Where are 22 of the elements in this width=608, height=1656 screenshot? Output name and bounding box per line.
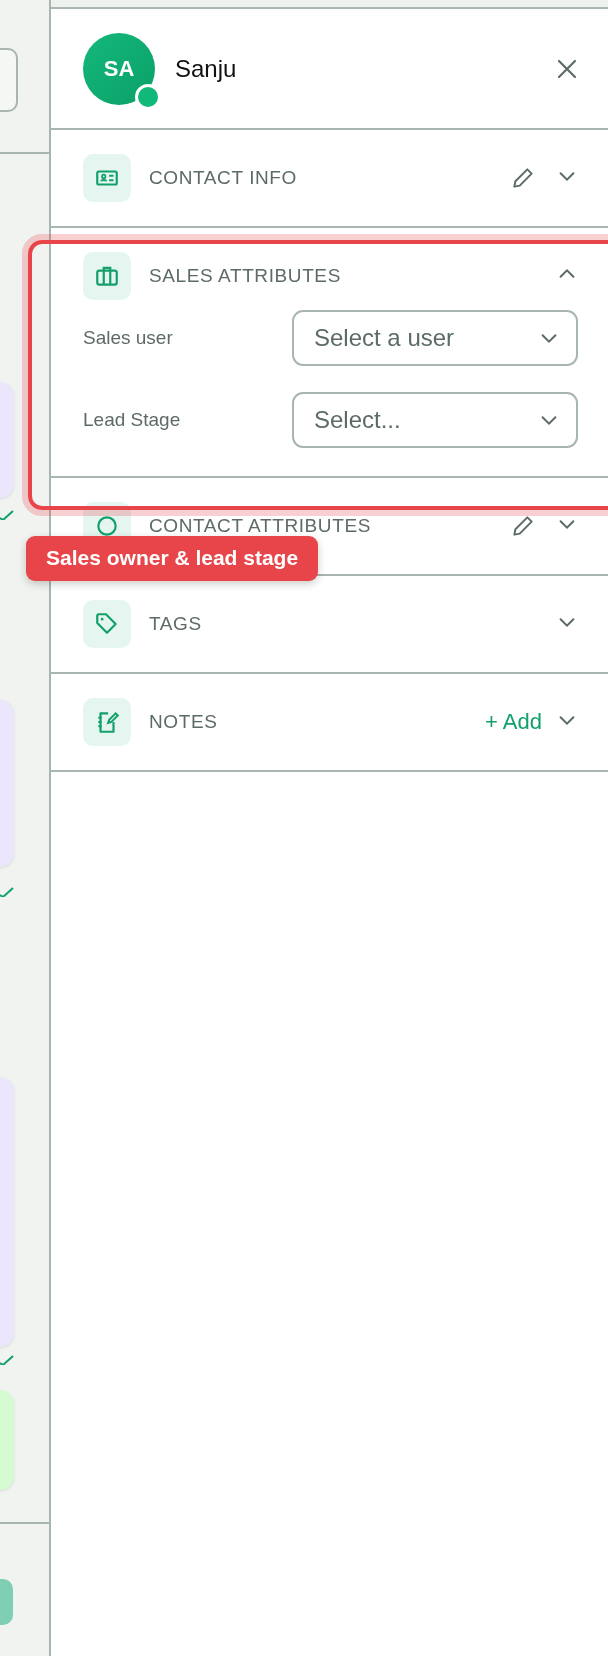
contact-name: Sanju bbox=[175, 54, 238, 83]
callout-label: Sales owner & lead stage bbox=[26, 536, 319, 581]
check-icon bbox=[0, 1355, 14, 1365]
field-label: Lead Stage bbox=[83, 409, 182, 431]
section-title[interactable]: CONTACT ATTRIBUTES bbox=[149, 515, 510, 537]
check-icon bbox=[0, 887, 14, 897]
add-link[interactable]: + Add bbox=[485, 709, 542, 735]
section-icon bbox=[83, 698, 131, 746]
section-title[interactable]: TAGS bbox=[149, 613, 556, 635]
pencil-icon[interactable] bbox=[510, 165, 536, 191]
section-icon bbox=[83, 600, 131, 648]
section-title[interactable]: CONTACT INFO bbox=[149, 167, 510, 189]
section-title[interactable]: SALES ATTRIBUTES bbox=[149, 265, 556, 287]
field-label: Sales user bbox=[83, 327, 174, 349]
select-field[interactable]: Select a user bbox=[292, 310, 578, 366]
section-title[interactable]: NOTES bbox=[149, 711, 486, 733]
pencil-icon[interactable] bbox=[510, 513, 536, 539]
select-field[interactable]: Select... bbox=[292, 392, 578, 448]
section-icon bbox=[83, 252, 131, 300]
section-icon bbox=[83, 154, 131, 202]
close-icon[interactable] bbox=[556, 57, 578, 80]
check-icon bbox=[0, 510, 14, 520]
